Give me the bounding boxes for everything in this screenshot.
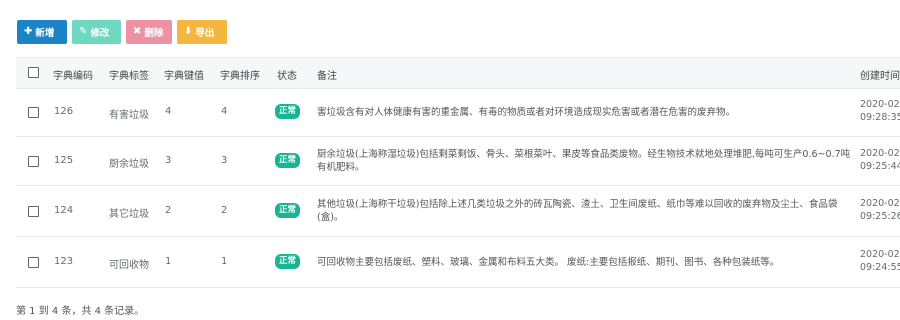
edit-icon: ✎ xyxy=(79,26,88,37)
row-checkbox[interactable] xyxy=(28,107,39,118)
cell-created-date: 2020-02 xyxy=(860,249,900,260)
table-row[interactable]: 123 可回收物 1 1 正常 可回收物主要包括废纸、塑料、玻璃、金属和布料五大… xyxy=(16,237,900,288)
download-icon: ⬇ xyxy=(184,26,193,37)
cell-label: 厨余垃圾 xyxy=(109,159,149,170)
cell-code: 124 xyxy=(54,205,74,216)
status-badge: 正常 xyxy=(275,254,301,269)
add-button[interactable]: ✚ 新增 xyxy=(17,20,67,44)
pagination-summary: 第 1 到 4 条，共 4 条记录。 xyxy=(16,306,145,317)
cell-remark: 可回收物主要包括废纸、塑料、玻璃、金属和布料五大类。 废纸:主要包括报纸、期刊、… xyxy=(317,257,780,268)
cell-label: 有害垃圾 xyxy=(109,110,149,121)
row-checkbox[interactable] xyxy=(28,206,39,217)
cell-label: 其它垃圾 xyxy=(109,209,149,220)
cell-remark: 害垃圾含有对人体健康有害的重金属、有毒的物质或者对环境造成现实危害或者潜在危害的… xyxy=(317,107,736,118)
cell-value: 2 xyxy=(165,205,172,216)
select-all-checkbox[interactable] xyxy=(28,67,39,78)
status-badge: 正常 xyxy=(275,104,301,119)
table-row[interactable]: 126 有害垃圾 4 4 正常 害垃圾含有对人体健康有害的重金属、有毒的物质或者… xyxy=(16,88,900,137)
cell-code: 125 xyxy=(54,155,74,166)
delete-button-label: 删除 xyxy=(144,28,164,39)
cell-created-time: 09:25:44 xyxy=(860,161,900,172)
cell-sort: 1 xyxy=(221,256,228,267)
dict-table: 字典编码 字典标签 字典键值 字典排序 状态 备注 创建时间 126 有害垃圾 … xyxy=(16,57,900,288)
export-button-label: 导出 xyxy=(195,28,215,39)
header-code[interactable]: 字典编码 xyxy=(53,67,93,82)
cell-code: 123 xyxy=(54,256,74,267)
cell-created-date: 2020-02 xyxy=(860,99,900,110)
cell-created-date: 2020-02 xyxy=(860,148,900,159)
row-checkbox[interactable] xyxy=(28,257,39,268)
cell-value: 3 xyxy=(165,155,172,166)
header-label[interactable]: 字典标签 xyxy=(109,67,149,82)
cell-code: 126 xyxy=(54,106,74,117)
cell-created-time: 09:25:26 xyxy=(860,211,900,222)
cell-created-date: 2020-02 xyxy=(860,198,900,209)
header-created[interactable]: 创建时间 xyxy=(860,67,900,82)
toolbar: ✚ 新增 ✎ 修改 ✖ 删除 ⬇ 导出 xyxy=(17,20,227,44)
table-row[interactable]: 124 其它垃圾 2 2 正常 其他垃圾(上海称干垃圾)包括除上述几类垃圾之外的… xyxy=(16,186,900,237)
row-checkbox[interactable] xyxy=(28,156,39,167)
table-row[interactable]: 125 厨余垃圾 3 3 正常 厨余垃圾(上海称湿垃圾)包括剩菜剩饭、骨头、菜根… xyxy=(16,137,900,186)
table-header: 字典编码 字典标签 字典键值 字典排序 状态 备注 创建时间 xyxy=(16,57,900,89)
cell-remark: 厨余垃圾(上海称湿垃圾)包括剩菜剩饭、骨头、菜根菜叶、果皮等食品类废物。经生物技… xyxy=(317,149,851,173)
status-badge: 正常 xyxy=(275,203,301,218)
header-sort[interactable]: 字典排序 xyxy=(220,67,260,82)
cell-value: 4 xyxy=(165,106,172,117)
header-remark[interactable]: 备注 xyxy=(317,67,337,82)
cell-label: 可回收物 xyxy=(109,260,149,271)
header-status[interactable]: 状态 xyxy=(277,67,297,82)
plus-icon: ✚ xyxy=(24,26,33,37)
cell-created-time: 09:24:55 xyxy=(860,262,900,273)
export-button[interactable]: ⬇ 导出 xyxy=(177,20,227,44)
cell-value: 1 xyxy=(165,256,172,267)
cell-remark: 其他垃圾(上海称干垃圾)包括除上述几类垃圾之外的砖瓦陶瓷、渣土、卫生间废纸、纸巾… xyxy=(317,199,838,223)
close-icon: ✖ xyxy=(133,26,142,37)
add-button-label: 新增 xyxy=(35,28,55,39)
edit-button[interactable]: ✎ 修改 xyxy=(72,20,121,44)
status-badge: 正常 xyxy=(275,153,301,168)
cell-created-time: 09:28:35 xyxy=(860,112,900,123)
cell-sort: 3 xyxy=(221,155,228,166)
edit-button-label: 修改 xyxy=(90,28,110,39)
delete-button[interactable]: ✖ 删除 xyxy=(126,20,172,44)
cell-sort: 2 xyxy=(221,205,228,216)
header-value[interactable]: 字典键值 xyxy=(164,67,204,82)
cell-sort: 4 xyxy=(221,106,228,117)
